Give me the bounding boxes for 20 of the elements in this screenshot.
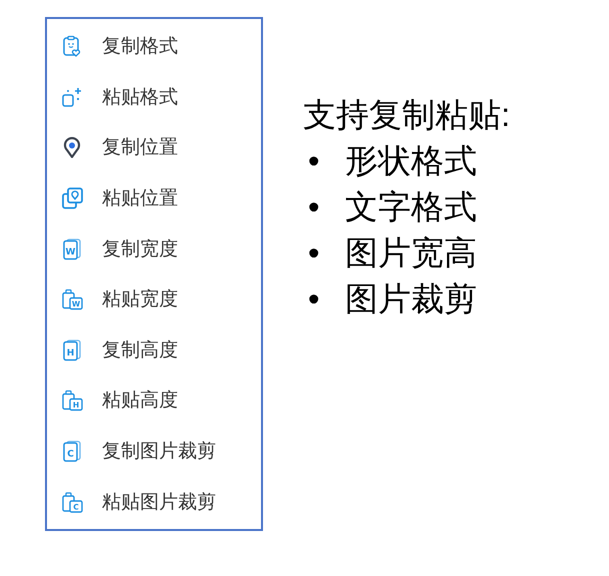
bullet: • [307,233,321,273]
menu-item[interactable]: W 复制宽度 [47,223,261,274]
note-heading: 支持复制粘贴: [303,95,510,135]
menu-item[interactable]: 复制格式 [47,21,261,72]
list-item: 图片宽高 [345,233,477,273]
list-item: 形状格式 [345,141,477,181]
list-item: 文字格式 [345,187,477,227]
bullet: • [307,141,321,181]
menu-item[interactable]: 粘贴位置 [47,172,261,224]
clipboard-heart-icon [61,35,83,58]
paste-location-icon [61,187,83,210]
location-pin-icon [61,136,83,158]
menu-item[interactable]: C 复制图片裁剪 [47,426,261,476]
menu-item[interactable]: 粘贴格式 [47,72,261,122]
bullet: • [307,187,321,227]
sparkle-square-icon [61,86,83,108]
menu-item[interactable]: 复制位置 [47,122,261,173]
list-item: 图片裁剪 [345,279,477,319]
bullet: • [307,279,321,319]
menu-item[interactable]: H 复制高度 [47,324,261,376]
